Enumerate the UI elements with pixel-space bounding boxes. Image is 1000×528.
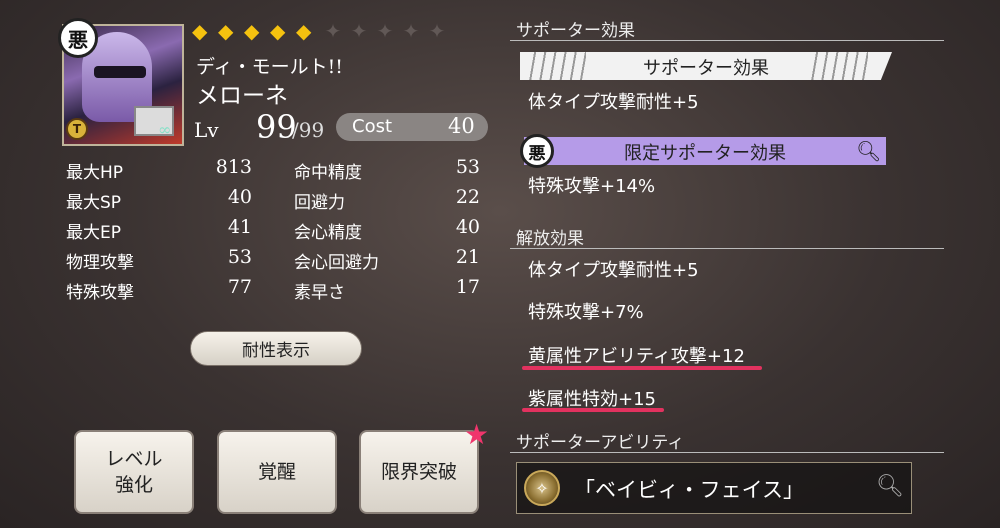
stat-label: 最大HP [66, 163, 124, 183]
star-icon-notification: ★ [464, 418, 490, 451]
limited-banner-label: 限定サポーター効果 [624, 143, 786, 164]
section-divider [510, 452, 944, 453]
star-icon-empty: ✦ [324, 19, 342, 43]
stat-label: 回避力 [294, 193, 345, 213]
gem-icon-filled: ◆ [270, 19, 286, 43]
star-icon-empty: ✦ [428, 19, 446, 43]
level-up-button[interactable]: レベル 強化 [74, 430, 194, 514]
gem-icon-filled: ◆ [244, 19, 260, 43]
release-effect: 特殊攻撃+7% [528, 302, 644, 323]
alignment-badge: 悪 [58, 18, 98, 58]
section-divider [510, 40, 944, 41]
search-icon[interactable]: 🔍︎ [856, 139, 881, 163]
supporter-banner-label: サポーター効果 [643, 58, 769, 79]
stat-label: 会心精度 [294, 223, 362, 243]
awaken-label: 覚醒 [257, 461, 296, 483]
release-effect: 体タイプ攻撃耐性+5 [528, 260, 699, 281]
resistance-button[interactable]: 耐性表示 [190, 331, 362, 366]
stat-label: 特殊攻撃 [66, 283, 134, 303]
star-icon-empty: ✦ [350, 19, 368, 43]
stat-value: 21 [455, 246, 480, 268]
stat-value: 40 [227, 186, 252, 208]
stat-label: 素早さ [294, 283, 345, 303]
cost-value: 40 [448, 114, 475, 138]
character-epithet: ディ・モールト!! [196, 56, 343, 78]
star-icon-empty: ✦ [376, 19, 394, 43]
gem-icon-filled: ◆ [218, 19, 234, 43]
highlight-underline [522, 408, 664, 412]
ability-icon: ✧ [524, 470, 560, 506]
rank-badge-icon: T [66, 118, 88, 140]
stat-label: 会心回避力 [294, 253, 379, 273]
level-up-label-1: レベル [105, 448, 163, 470]
section-divider [510, 248, 944, 249]
supporter-section-title: サポーター効果 [516, 21, 635, 41]
stat-label: 最大SP [66, 193, 122, 213]
awaken-button[interactable]: 覚醒 [217, 430, 337, 514]
character-name: メローネ [196, 83, 288, 109]
stat-value: 41 [227, 216, 252, 238]
level-up-label-2: 強化 [114, 474, 153, 496]
stat-value: 22 [455, 186, 480, 208]
level-value: 99 [256, 108, 297, 146]
search-icon[interactable]: 🔍︎ [876, 474, 904, 499]
stat-value: 813 [215, 156, 252, 178]
cost-label: Cost [352, 116, 393, 137]
ability-section-title: サポーターアビリティ [516, 433, 685, 453]
level-max: /99 [292, 118, 325, 142]
stat-label: 命中精度 [294, 163, 362, 183]
gem-icon-filled: ◆ [192, 19, 208, 43]
stat-value: 40 [455, 216, 480, 238]
infinity-icon: ∞ [158, 120, 172, 139]
stat-value: 77 [227, 276, 252, 298]
release-section-title: 解放効果 [516, 229, 584, 249]
supporter-effect: 体タイプ攻撃耐性+5 [528, 92, 699, 113]
alignment-badge-small: 悪 [520, 134, 554, 168]
stat-value: 53 [455, 156, 480, 178]
ability-name: 「ベイビィ・フェイス」 [574, 478, 804, 502]
gem-icon-filled: ◆ [296, 19, 312, 43]
highlight-underline [522, 366, 762, 370]
limited-supporter-banner: 限定サポーター効果 [524, 137, 886, 165]
rarity-stars: ◆ ◆ ◆ ◆ ◆ ✦ ✦ ✦ ✦ ✦ [192, 19, 448, 43]
stat-label: 物理攻撃 [66, 253, 134, 273]
level-label: Lv [194, 118, 219, 142]
stat-label: 最大EP [66, 223, 121, 243]
limit-break-button[interactable]: 限界突破 [359, 430, 479, 514]
release-effect-highlighted: 黄属性アビリティ攻撃+12 [528, 346, 745, 367]
star-icon-empty: ✦ [402, 19, 420, 43]
supporter-banner: サポーター効果 [520, 52, 892, 80]
limited-supporter-effect: 特殊攻撃+14% [528, 176, 656, 197]
limit-break-label: 限界突破 [380, 461, 457, 483]
stat-value: 17 [455, 276, 480, 298]
portrait-mask [94, 66, 146, 78]
stat-value: 53 [227, 246, 252, 268]
